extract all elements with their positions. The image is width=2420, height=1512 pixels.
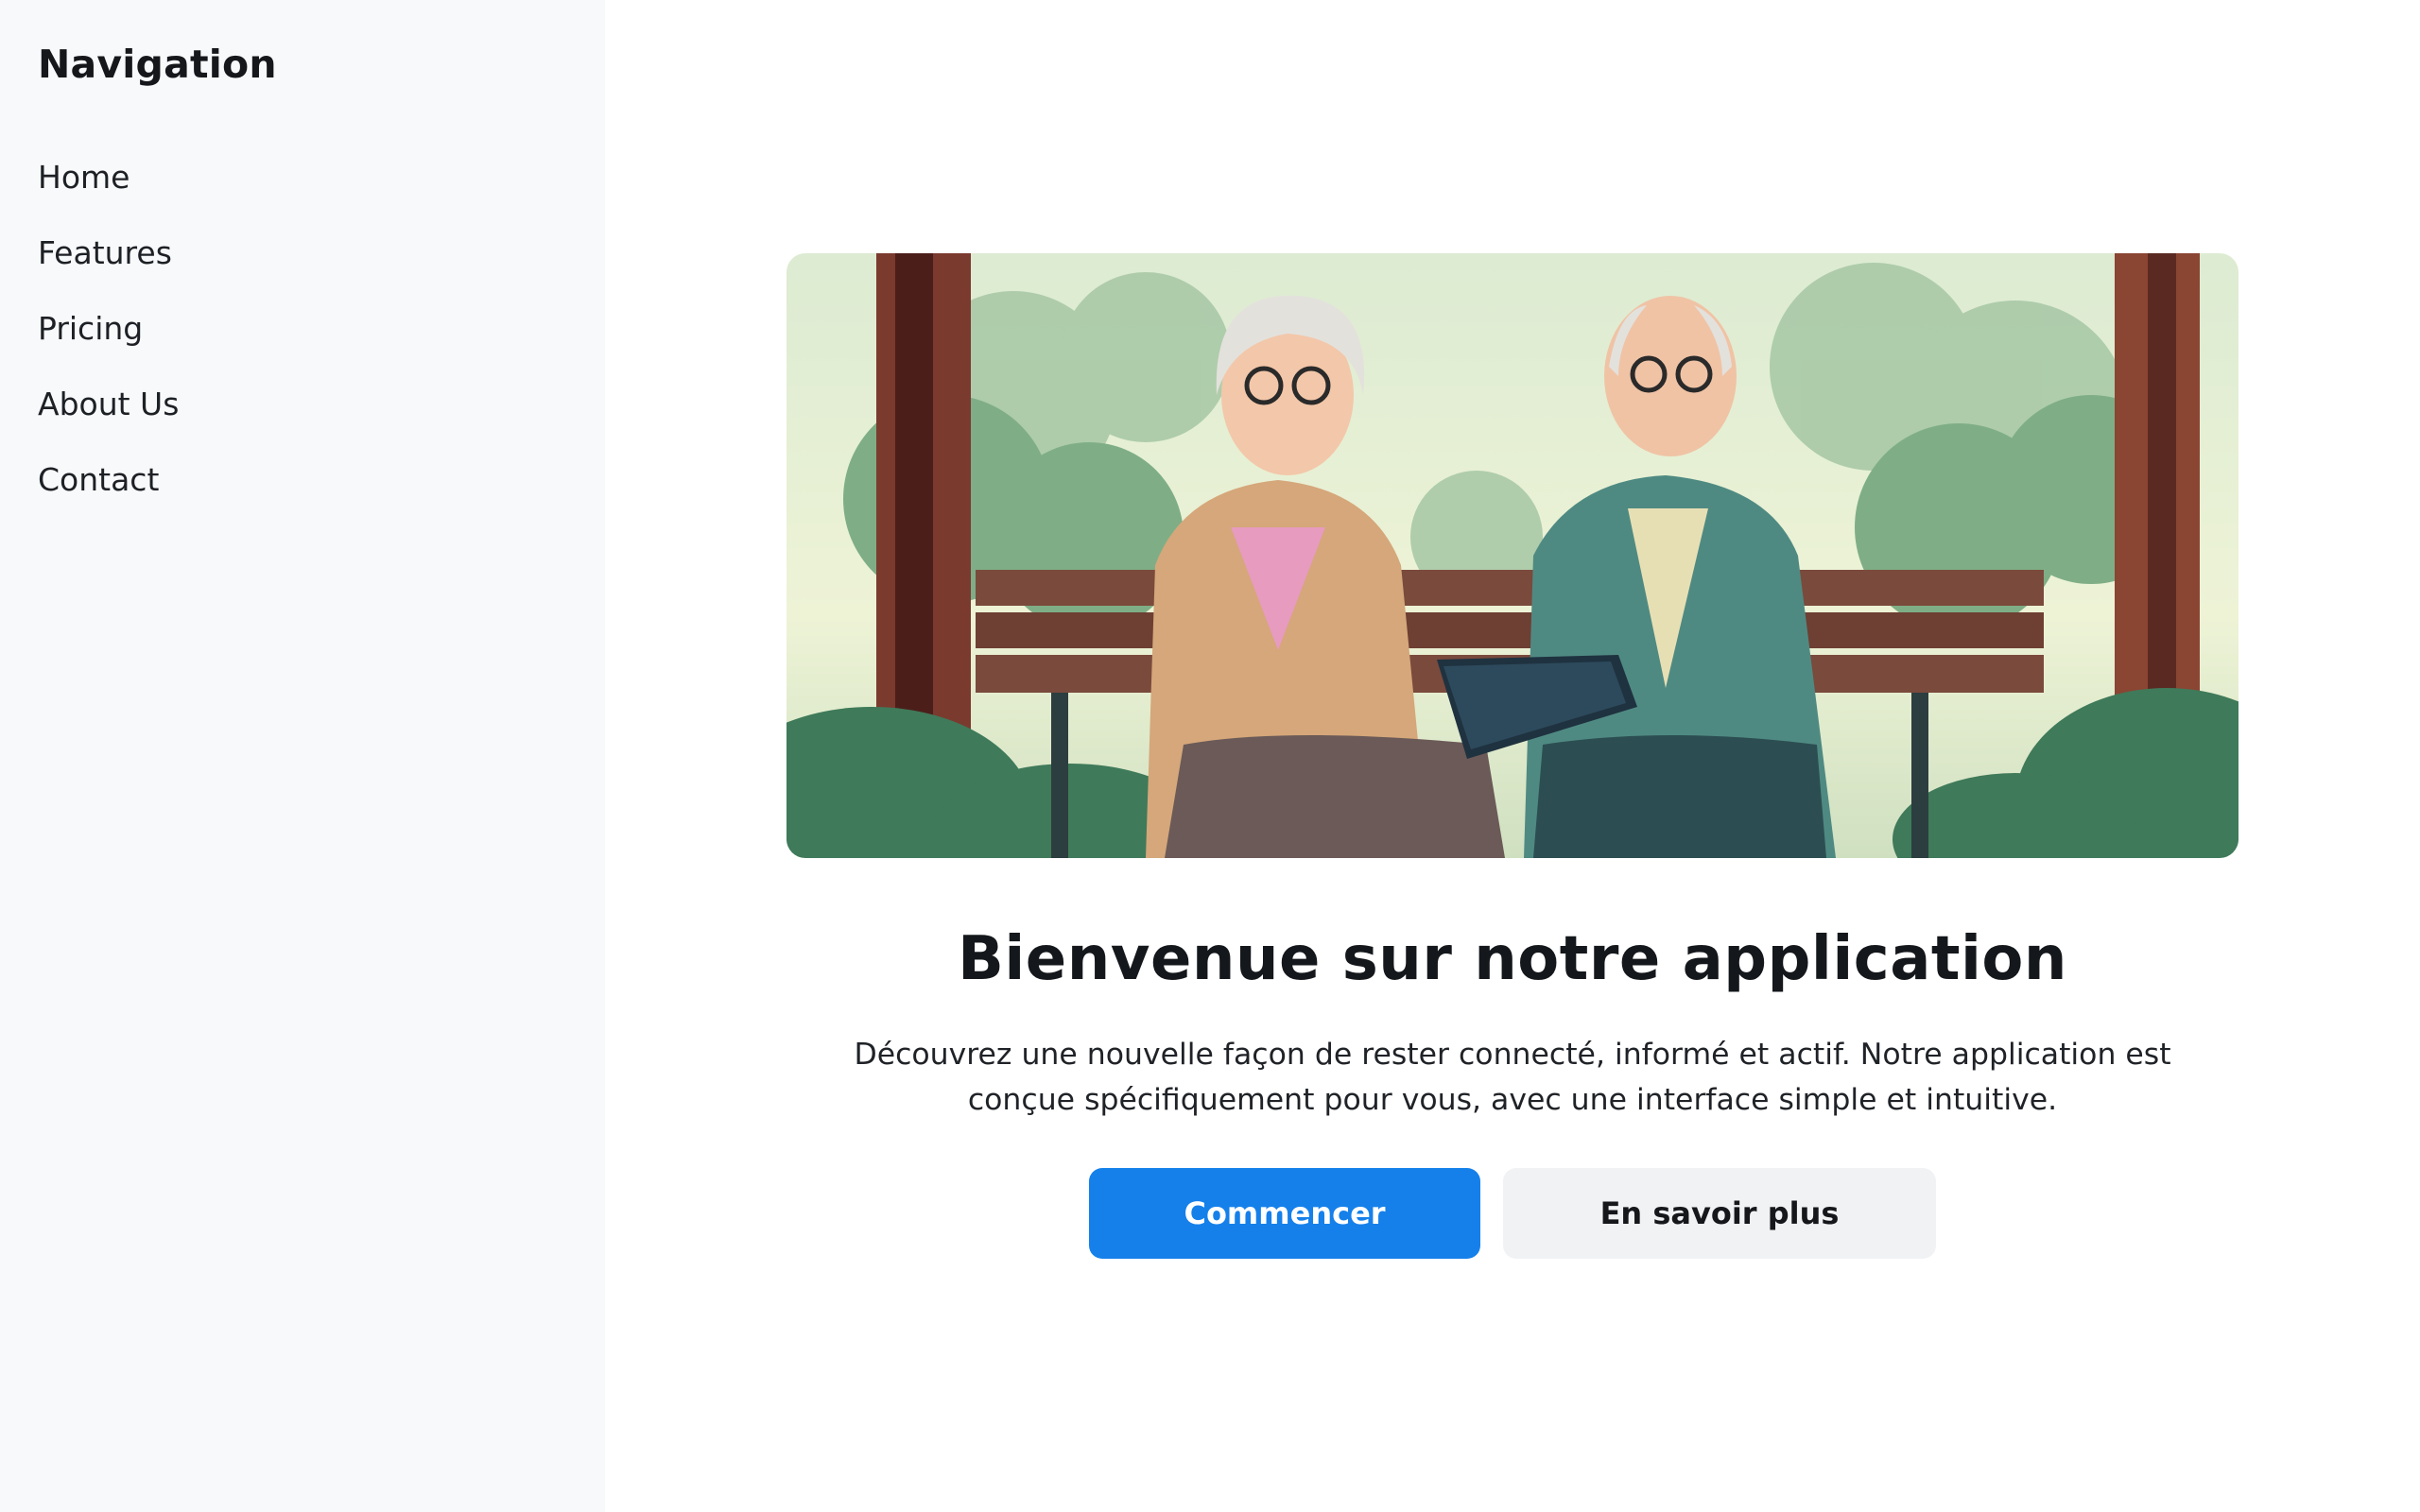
sidebar-title: Navigation: [38, 42, 277, 87]
start-button[interactable]: Commencer: [1089, 1168, 1480, 1259]
sidebar-item-contact[interactable]: Contact: [38, 442, 567, 518]
nav-list: Home Features Pricing About Us Contact: [38, 140, 567, 518]
sidebar-item-features[interactable]: Features: [38, 215, 567, 291]
hero-description: Découvrez une nouvelle façon de rester c…: [854, 1038, 2171, 1117]
hero-illustration-graphic: [786, 253, 2238, 858]
sidebar: Navigation Home Features Pricing About U…: [0, 0, 605, 1512]
hero-illustration: [786, 253, 2238, 858]
sidebar-item-about-us[interactable]: About Us: [38, 367, 567, 442]
hero-actions: Commencer En savoir plus: [605, 1168, 2420, 1259]
main-content: Bienvenue sur notre application Découvre…: [605, 0, 2420, 1512]
app-window: Navigation Home Features Pricing About U…: [0, 0, 2420, 1512]
sidebar-item-pricing[interactable]: Pricing: [38, 291, 567, 367]
hero-title: Bienvenue sur notre application: [958, 924, 2067, 994]
sidebar-item-home[interactable]: Home: [38, 140, 567, 215]
learn-more-button[interactable]: En savoir plus: [1503, 1168, 1936, 1259]
